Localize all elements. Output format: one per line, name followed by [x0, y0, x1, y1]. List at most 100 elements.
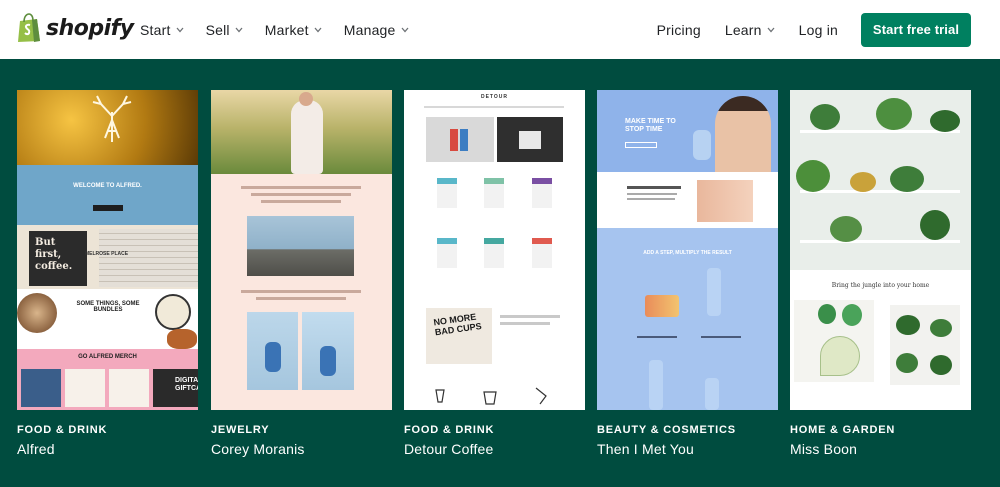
chevron-down-icon: [401, 27, 409, 32]
giftcard-text: DIGITAL GIFTCARDS: [175, 377, 198, 392]
text-line: [637, 336, 677, 338]
text-line: [701, 336, 741, 338]
coffee-bag: [437, 178, 457, 208]
chevron-down-icon: [314, 27, 322, 32]
leaf-artwork: [794, 300, 874, 382]
coffee-bag: [484, 178, 504, 208]
store-thumbnail[interactable]: Bring the jungle into your home: [790, 90, 971, 410]
text-line: [251, 193, 351, 196]
store-name[interactable]: Alfred: [17, 441, 198, 457]
hero-bags-image: [426, 117, 494, 162]
product-tube: [707, 268, 721, 316]
nav-market[interactable]: Market: [265, 22, 322, 38]
store-thumbnail[interactable]: MAKE TIME TO STOP TIME ADD A STEP, MULTI…: [597, 90, 778, 410]
coffee-sign: But first, coffee.: [29, 231, 87, 286]
text-line: [627, 198, 675, 200]
brick-wall: [99, 229, 198, 287]
product-bottle: [693, 130, 711, 160]
model-photo: [247, 312, 298, 390]
pastry-image: [167, 329, 197, 349]
shelf: [800, 190, 960, 193]
merch-tile: [21, 369, 61, 407]
showcase-card-alfred[interactable]: WELCOME TO ALFRED. But first, coffee. ME…: [17, 90, 198, 457]
store-thumbnail[interactable]: DETOUR NO MORE BAD CUPS: [404, 90, 585, 410]
coffee-bag: [532, 178, 552, 208]
caption-text: Bring the jungle into your home: [831, 282, 930, 289]
shopping-bag-icon: [18, 13, 40, 42]
text-line: [500, 322, 550, 325]
login-link[interactable]: Log in: [799, 22, 838, 38]
cup-image: NO MORE BAD CUPS: [426, 308, 492, 364]
plant: [810, 104, 840, 130]
plant: [876, 98, 912, 130]
store-showcase: WELCOME TO ALFRED. But first, coffee. ME…: [0, 59, 1000, 487]
shelf: [800, 130, 960, 133]
text-line: [256, 297, 346, 300]
melrose-text: MELROSE PLACE: [85, 251, 129, 257]
shelf: [800, 240, 960, 243]
stamp-badge: [155, 294, 191, 330]
plant: [896, 353, 918, 373]
showcase-card-detour-coffee[interactable]: DETOUR NO MORE BAD CUPS FOOD & DRINK Det…: [404, 90, 585, 457]
product-tin: [645, 295, 679, 317]
pricing-link[interactable]: Pricing: [657, 22, 701, 38]
coffee-bag: [532, 238, 552, 268]
nav-manage-label: Manage: [343, 21, 396, 38]
bag-blue: [460, 129, 468, 151]
showcase-card-then-i-met-you[interactable]: MAKE TIME TO STOP TIME ADD A STEP, MULTI…: [597, 90, 778, 457]
chevron-down-icon: [235, 27, 243, 32]
store-category: BEAUTY & COSMETICS: [597, 424, 736, 436]
leaf: [818, 304, 836, 324]
store-category: HOME & GARDEN: [790, 424, 896, 436]
plant: [930, 110, 960, 132]
text-line: [261, 200, 341, 203]
showcase-card-miss-boon[interactable]: Bring the jungle into your home HOME & G…: [790, 90, 971, 457]
logo-wordmark: shopify: [46, 15, 134, 41]
primary-nav: Start Sell Market Manage: [140, 0, 431, 59]
secondary-nav: Pricing Learn Log in Start free trial: [633, 0, 971, 59]
start-free-trial-button[interactable]: Start free trial: [861, 12, 971, 47]
merch-tile: [65, 369, 105, 407]
shopify-logo[interactable]: shopify: [17, 13, 134, 43]
store-thumbnail[interactable]: WELCOME TO ALFRED. But first, coffee. ME…: [17, 90, 198, 410]
store-thumbnail[interactable]: [211, 90, 392, 410]
scale-device: [519, 131, 541, 149]
model-photo: [302, 312, 354, 390]
leaf: [820, 336, 860, 376]
merch-section: GO ALFRED MERCH DIGITAL GIFTCARDS: [17, 349, 198, 410]
hero-headline: MAKE TIME TO STOP TIME: [625, 118, 676, 133]
coffee-section: But first, coffee. MELROSE PLACE: [17, 225, 198, 289]
merch-text: GO ALFRED MERCH: [78, 354, 137, 360]
plant: [930, 355, 952, 375]
nav-sell-label: Sell: [205, 21, 230, 38]
plant: [896, 315, 920, 335]
nav-start[interactable]: Start: [140, 22, 184, 38]
model-head: [299, 92, 313, 106]
merch-tile: [109, 369, 149, 407]
showcase-card-corey-moranis[interactable]: JEWELRY Corey Moranis: [211, 90, 392, 457]
text-line: [627, 186, 681, 189]
chevron-down-icon: [176, 27, 184, 32]
brew-icons: [435, 387, 547, 405]
nav-sell[interactable]: Sell: [206, 22, 243, 38]
plant: [930, 319, 952, 337]
antler-logo-icon: [92, 95, 132, 142]
plant: [890, 166, 924, 192]
store-name[interactable]: Corey Moranis: [211, 441, 392, 457]
learn-menu[interactable]: Learn: [725, 22, 775, 38]
nav-manage[interactable]: Manage: [344, 22, 409, 38]
model-outfit: [265, 342, 281, 372]
store-category: FOOD & DRINK: [404, 424, 495, 436]
bundles-text: SOME THINGS, SOME BUNDLES: [76, 301, 140, 313]
hero-scale-image: [497, 117, 563, 162]
plant: [850, 172, 876, 192]
store-name[interactable]: Miss Boon: [790, 441, 971, 457]
store-category: FOOD & DRINK: [17, 424, 108, 436]
text-line: [627, 193, 677, 195]
store-name[interactable]: Detour Coffee: [404, 441, 585, 457]
store-name[interactable]: Then I Met You: [597, 441, 778, 457]
hero-section: MAKE TIME TO STOP TIME: [597, 90, 778, 172]
brand-text: DETOUR: [480, 94, 509, 100]
but-first-coffee-text: But first, coffee.: [35, 237, 73, 272]
product-bottle: [649, 360, 663, 410]
